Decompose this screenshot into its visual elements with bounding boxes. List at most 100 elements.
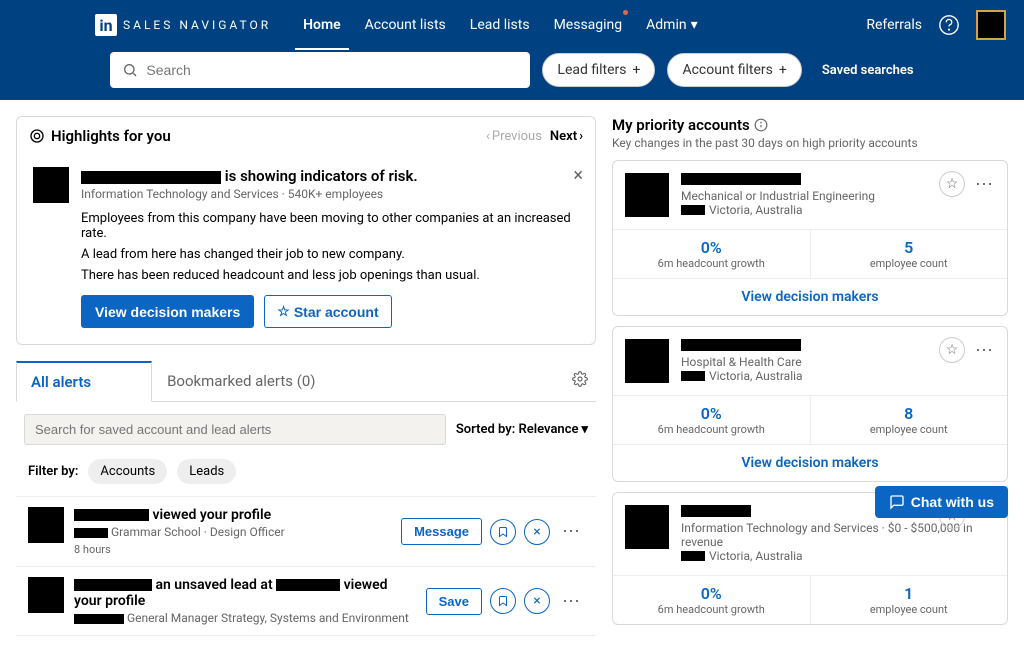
star-icon[interactable]: ☆ <box>939 171 965 197</box>
more-icon[interactable]: ⋯ <box>558 521 584 542</box>
company-logo <box>625 173 669 217</box>
chevron-down-icon: ▾ <box>691 17 698 33</box>
account-filters-button[interactable]: Account filters+ <box>667 53 801 87</box>
nav-account-lists[interactable]: Account lists <box>353 0 458 50</box>
more-icon[interactable]: ⋯ <box>971 174 997 195</box>
highlights-title: Highlights for you <box>51 127 171 145</box>
info-icon[interactable] <box>754 118 768 132</box>
filter-by-label: Filter by: <box>28 464 78 479</box>
highlights-next[interactable]: Next › <box>550 129 583 144</box>
view-decision-makers-button[interactable]: View decision makers <box>81 295 254 328</box>
tab-all-alerts[interactable]: All alerts <box>16 361 152 402</box>
dismiss-icon[interactable]: × <box>524 519 550 545</box>
notification-dot <box>623 10 628 15</box>
priority-account-card: Hospital & Health Care Victoria, Austral… <box>612 326 1008 482</box>
headcount-growth: 0% <box>617 584 806 603</box>
alert-subtitle: General Manager Strategy, Systems and En… <box>74 611 416 625</box>
plus-icon: + <box>779 62 787 78</box>
message-button[interactable]: Message <box>401 518 482 545</box>
nav-messaging[interactable]: Messaging <box>542 0 635 50</box>
tab-bookmarked-alerts[interactable]: Bookmarked alerts (0) <box>152 361 376 401</box>
highlight-headline: is showing indicators of risk. <box>81 167 579 185</box>
nav-home[interactable]: Home <box>291 0 353 50</box>
star-icon: ☆ <box>277 303 290 320</box>
alerts-search-input[interactable] <box>24 414 446 445</box>
star-account-button[interactable]: ☆Star account <box>264 295 391 328</box>
save-button[interactable]: Save <box>426 588 482 615</box>
top-nav: in SALES NAVIGATOR Home Account lists Le… <box>0 0 1024 50</box>
nav-referrals[interactable]: Referrals <box>866 17 922 33</box>
target-icon <box>29 128 45 144</box>
company-logo <box>625 339 669 383</box>
view-decision-makers-link[interactable]: View decision makers <box>741 455 878 471</box>
alert-subtitle: Grammar School · Design Officer <box>74 525 391 539</box>
nav-admin[interactable]: Admin▾ <box>634 0 709 50</box>
stat-label: employee count <box>815 257 1004 270</box>
highlight-text: A lead from here has changed their job t… <box>81 247 579 262</box>
alert-time: 8 hours <box>74 543 391 556</box>
alerts-tabs: All alerts Bookmarked alerts (0) <box>16 361 596 402</box>
alert-headline: an unsaved lead at viewed your profile <box>74 577 416 609</box>
lead-filters-button[interactable]: Lead filters+ <box>542 53 655 87</box>
more-icon[interactable]: ⋯ <box>558 591 584 612</box>
employee-count: 8 <box>815 404 1004 423</box>
headcount-growth: 0% <box>617 238 806 257</box>
gear-icon[interactable] <box>572 371 588 391</box>
dismiss-icon[interactable]: × <box>524 588 550 614</box>
headcount-growth: 0% <box>617 404 806 423</box>
nav-lead-lists[interactable]: Lead lists <box>458 0 542 50</box>
alert-headline: viewed your profile <box>74 507 391 523</box>
priority-subtitle: Key changes in the past 30 days on high … <box>612 136 1008 150</box>
employee-count: 5 <box>815 238 1004 257</box>
linkedin-icon: in <box>95 14 117 36</box>
more-icon[interactable]: ⋯ <box>971 340 997 361</box>
stat-label: employee count <box>815 423 1004 436</box>
alert-item: an unsaved lead at viewed your profile G… <box>16 567 596 636</box>
stat-label: employee count <box>815 603 1004 616</box>
company-name[interactable] <box>681 505 751 517</box>
chevron-left-icon: ‹ <box>486 129 490 144</box>
star-icon[interactable]: ☆ <box>939 337 965 363</box>
bookmark-icon[interactable] <box>490 588 516 614</box>
profile-avatar[interactable] <box>976 10 1006 40</box>
stat-label: 6m headcount growth <box>617 257 806 270</box>
help-icon[interactable] <box>938 14 960 36</box>
highlights-prev: ‹ Previous <box>486 129 542 144</box>
priority-account-card: Mechanical or Industrial Engineering Vic… <box>612 160 1008 316</box>
main-nav: Home Account lists Lead lists Messaging … <box>291 0 710 50</box>
highlights-card: Highlights for you ‹ Previous Next › is … <box>16 116 596 345</box>
search-icon <box>122 62 138 78</box>
search-input[interactable] <box>146 62 518 78</box>
search-bar: Lead filters+ Account filters+ Saved sea… <box>0 50 1024 100</box>
logo[interactable]: in SALES NAVIGATOR <box>95 14 271 36</box>
company-logo <box>33 167 69 203</box>
highlight-text: There has been reduced headcount and les… <box>81 268 579 283</box>
filter-accounts[interactable]: Accounts <box>88 459 167 484</box>
bookmark-icon[interactable] <box>490 519 516 545</box>
filter-leads[interactable]: Leads <box>177 459 236 484</box>
company-location: Victoria, Australia <box>681 549 995 563</box>
company-location: Victoria, Australia <box>681 203 995 217</box>
chevron-down-icon: ▾ <box>581 422 588 437</box>
saved-searches-link[interactable]: Saved searches <box>822 63 914 78</box>
chat-button[interactable]: Chat with us <box>875 486 1008 518</box>
highlight-meta: Information Technology and Services · 54… <box>81 187 579 201</box>
product-name: SALES NAVIGATOR <box>123 18 271 32</box>
chat-icon <box>889 494 905 510</box>
view-decision-makers-link[interactable]: View decision makers <box>741 289 878 305</box>
chevron-right-icon: › <box>579 129 583 144</box>
sort-dropdown[interactable]: Sorted by: Relevance ▾ <box>456 422 588 437</box>
employee-count: 1 <box>815 584 1004 603</box>
company-name[interactable] <box>681 339 801 351</box>
company-name[interactable] <box>681 173 801 185</box>
highlight-text: Employees from this company have been mo… <box>81 211 579 241</box>
company-location: Victoria, Australia <box>681 369 995 383</box>
close-icon[interactable]: × <box>573 165 583 186</box>
search-box[interactable] <box>110 52 530 88</box>
stat-label: 6m headcount growth <box>617 423 806 436</box>
stat-label: 6m headcount growth <box>617 603 806 616</box>
avatar <box>28 507 64 543</box>
company-logo <box>625 505 669 549</box>
alert-item: viewed your profile Grammar School · Des… <box>16 497 596 567</box>
priority-title: My priority accounts <box>612 116 750 134</box>
